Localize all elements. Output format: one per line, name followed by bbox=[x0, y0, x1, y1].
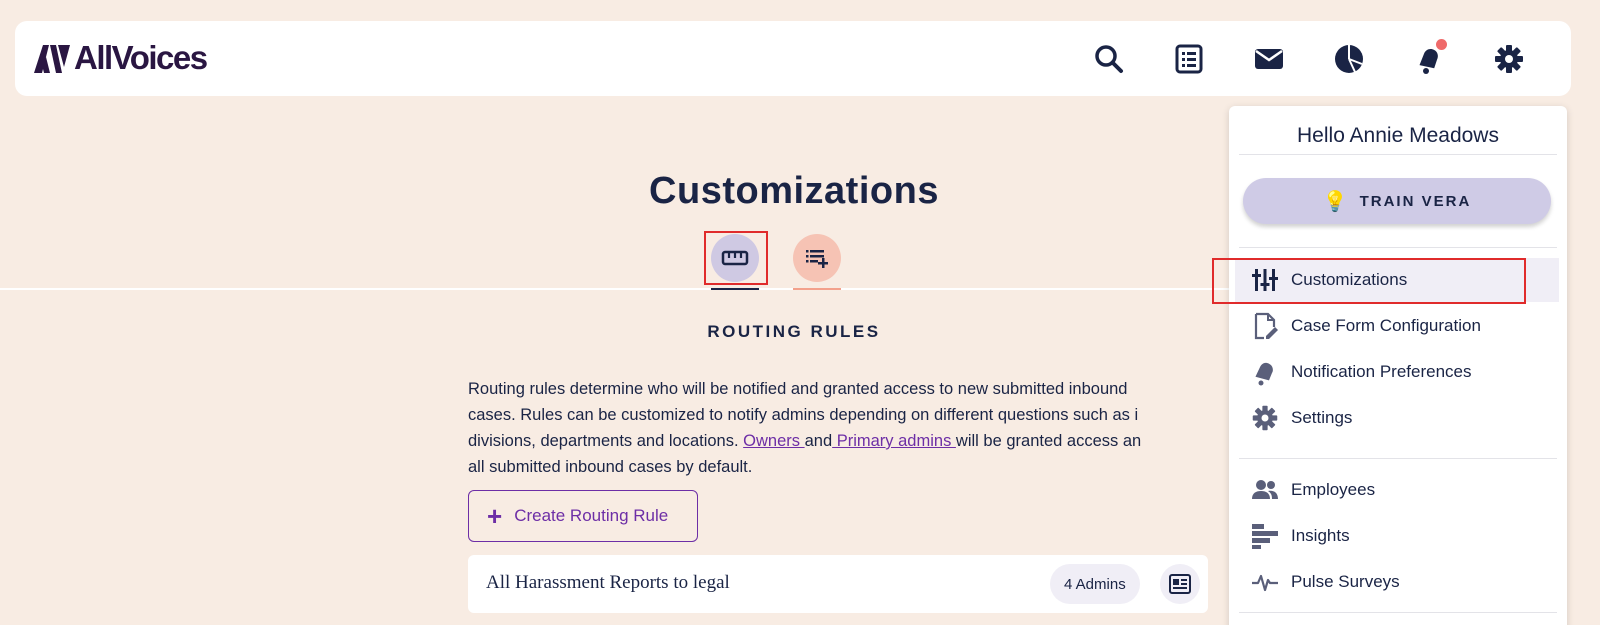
people-icon bbox=[1252, 480, 1278, 499]
tabs-divider bbox=[0, 288, 1230, 290]
train-vera-button[interactable]: 💡 TRAIN VERA bbox=[1243, 178, 1551, 224]
menu-item-label: Employees bbox=[1291, 480, 1376, 499]
menu-divider bbox=[1239, 247, 1557, 248]
menu-divider bbox=[1239, 612, 1557, 613]
logo[interactable]: AllVoices bbox=[34, 39, 208, 76]
menu-item-label: Case Form Configuration bbox=[1291, 316, 1481, 335]
reports-list-icon bbox=[1175, 44, 1203, 74]
rule-name: All Harassment Reports to legal bbox=[486, 572, 730, 593]
analytics-button[interactable] bbox=[1331, 41, 1367, 77]
description-line: cases. Rules can be customized to notify… bbox=[468, 406, 1139, 424]
mail-icon bbox=[1255, 49, 1283, 69]
tab-indicator-forms bbox=[793, 288, 841, 290]
settings-button[interactable] bbox=[1491, 41, 1527, 77]
messages-button[interactable] bbox=[1251, 41, 1287, 77]
description-text: divisions, departments and locations. bbox=[468, 432, 744, 450]
bell-icon bbox=[1255, 362, 1273, 386]
tab-form-questions[interactable] bbox=[793, 234, 841, 282]
file-edit-icon bbox=[1254, 312, 1278, 340]
user-menu-dropdown: Hello Annie Meadows 💡 TRAIN VERA Customi… bbox=[1212, 106, 1567, 625]
user-greeting: Hello Annie Meadows bbox=[1297, 124, 1499, 147]
menu-item-insights[interactable]: Insights bbox=[1235, 514, 1559, 558]
active-tab-indicator bbox=[711, 288, 759, 290]
description-line: Routing rules determine who will be noti… bbox=[468, 380, 1128, 398]
description-line: all submitted inbound cases by default. bbox=[468, 458, 753, 476]
top-bar: AllVoices bbox=[15, 21, 1571, 96]
create-routing-rule-button[interactable]: + Create Routing Rule bbox=[468, 490, 698, 542]
reports-button[interactable] bbox=[1171, 41, 1207, 77]
search-button[interactable] bbox=[1091, 41, 1127, 77]
notifications-button[interactable] bbox=[1411, 39, 1447, 77]
routing-rules-description: Routing rules determine who will be noti… bbox=[468, 376, 1228, 480]
train-vera-label: TRAIN VERA bbox=[1359, 192, 1472, 210]
highlight-routing-tab bbox=[704, 231, 768, 285]
notification-badge bbox=[1436, 39, 1447, 50]
logo-text: AllVoices bbox=[74, 39, 208, 76]
pie-chart-icon bbox=[1335, 45, 1363, 73]
menu-item-settings[interactable]: Settings bbox=[1235, 396, 1559, 440]
menu-item-case-form-configuration[interactable]: Case Form Configuration bbox=[1235, 304, 1559, 348]
primary-admins-link[interactable]: Primary admins bbox=[832, 432, 956, 450]
routing-rule-row[interactable]: All Harassment Reports to legal 4 Admins bbox=[468, 555, 1208, 613]
plus-icon: + bbox=[487, 501, 503, 531]
pulse-icon bbox=[1252, 574, 1278, 592]
menu-item-employees[interactable]: Employees bbox=[1235, 468, 1559, 512]
list-add-icon bbox=[806, 250, 828, 268]
owners-link[interactable]: Owners bbox=[743, 432, 804, 450]
allvoices-logo-icon bbox=[34, 45, 70, 73]
menu-item-label: Insights bbox=[1291, 526, 1350, 545]
gear-icon bbox=[1252, 405, 1278, 431]
menu-item-notification-preferences[interactable]: Notification Preferences bbox=[1235, 350, 1559, 394]
menu-item-label: Settings bbox=[1291, 408, 1353, 427]
description-text: will be granted access an bbox=[955, 432, 1142, 450]
search-icon bbox=[1095, 45, 1123, 73]
menu-item-pulse-surveys[interactable]: Pulse Surveys bbox=[1235, 560, 1559, 604]
document-icon bbox=[1169, 574, 1191, 594]
menu-divider bbox=[1239, 154, 1557, 155]
description-text: and bbox=[804, 432, 833, 450]
rule-details-button[interactable] bbox=[1160, 564, 1200, 604]
gear-icon bbox=[1495, 45, 1523, 73]
bar-chart-icon bbox=[1252, 524, 1278, 549]
menu-item-label: Notification Preferences bbox=[1291, 362, 1472, 381]
highlight-customizations bbox=[1212, 258, 1526, 304]
description-line: divisions, departments and locations. Ow… bbox=[468, 428, 1228, 454]
menu-divider bbox=[1239, 458, 1557, 459]
admins-count-badge[interactable]: 4 Admins bbox=[1050, 564, 1140, 604]
menu-item-label: Pulse Surveys bbox=[1291, 572, 1400, 591]
lightbulb-icon: 💡 bbox=[1322, 190, 1350, 213]
create-button-label: Create Routing Rule bbox=[514, 506, 669, 525]
